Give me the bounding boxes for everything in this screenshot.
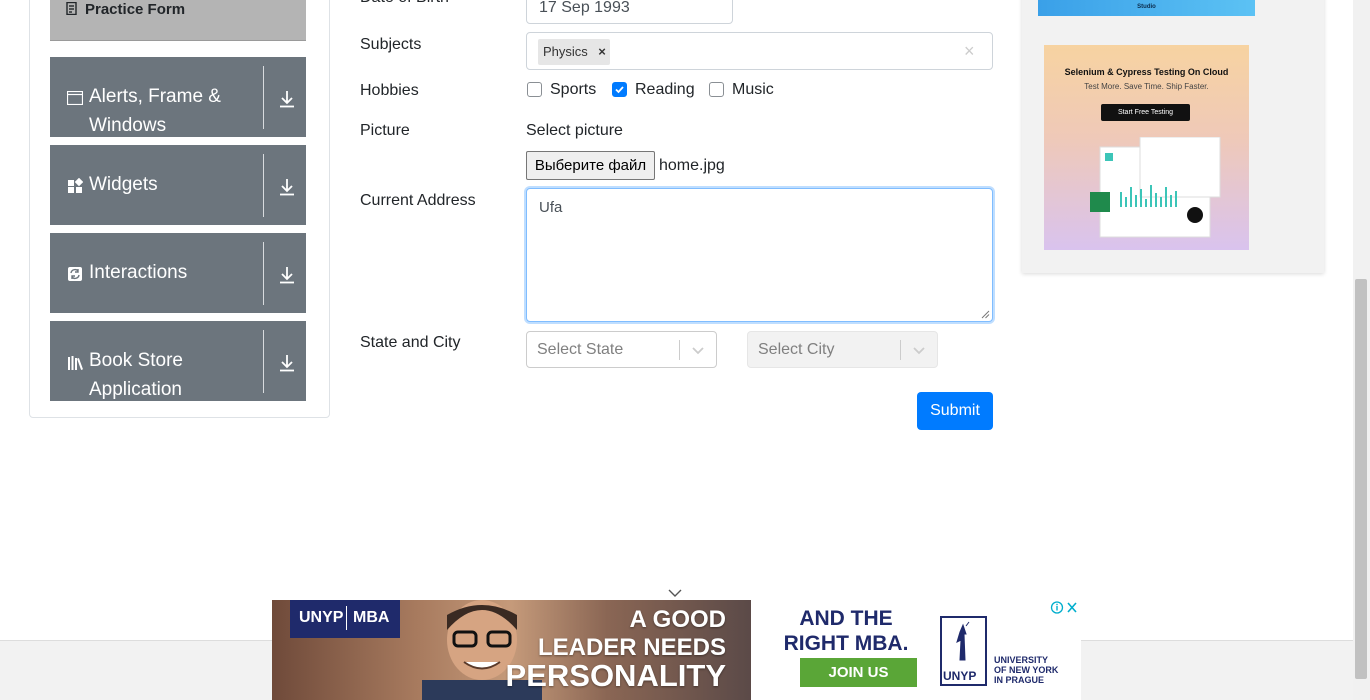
download-arrow-icon[interactable] xyxy=(279,90,295,108)
sidebar-group-alerts[interactable]: Alerts, Frame & Windows xyxy=(50,57,306,137)
ad-and-line: AND THE xyxy=(799,607,893,630)
sidebar-item-practice-form[interactable]: Practice Form xyxy=(50,0,306,41)
ad-subtitle: Test More. Save Time. Ship Faster. xyxy=(1084,82,1209,91)
scrollbar-thumb[interactable] xyxy=(1355,279,1367,679)
chevron-down-icon xyxy=(912,343,926,357)
ad-photo: UNYP MBA A GOOD LEADER NEEDS PERSONALITY xyxy=(272,600,751,700)
dashboard-illustration-icon xyxy=(1090,137,1221,238)
divider xyxy=(263,330,264,393)
download-arrow-icon[interactable] xyxy=(279,354,295,372)
address-label: Current Address xyxy=(360,192,476,209)
divider xyxy=(263,154,264,217)
ad-bottom-banner[interactable]: UNYP MBA A GOOD LEADER NEEDS PERSONALITY… xyxy=(272,600,1081,700)
checkbox-sports[interactable] xyxy=(527,82,542,97)
sidebar-item-label: Practice Form xyxy=(85,1,186,18)
ad-start-button[interactable]: Start Free Testing xyxy=(1101,104,1190,121)
dob-input[interactable]: 17 Sep 1993 xyxy=(526,0,733,24)
divider xyxy=(263,66,264,129)
sidebar-group-label: Book Store xyxy=(89,350,183,371)
ad-slogan-line: PERSONALITY xyxy=(505,658,726,693)
checkbox-music[interactable] xyxy=(709,82,724,97)
ad-banner-strip[interactable]: Studio xyxy=(1038,0,1255,16)
ad-and-text: AND THE RIGHT MBA. xyxy=(771,606,921,656)
select-picture-label: Select picture xyxy=(526,122,623,139)
dob-label: Date of Birth xyxy=(360,0,449,8)
picture-label: Picture xyxy=(360,122,410,139)
divider xyxy=(263,242,264,305)
ad-title: Selenium & Cypress Testing On Cloud xyxy=(1064,67,1229,77)
subjects-label: Subjects xyxy=(360,36,422,53)
divider xyxy=(679,340,680,360)
ad-slogan-line: A GOOD xyxy=(629,606,726,633)
form-icon xyxy=(66,1,77,16)
divider xyxy=(900,340,901,360)
ad-strip-text: Studio xyxy=(1137,4,1156,10)
state-select[interactable]: Select State xyxy=(526,331,717,368)
sidebar-group-label: Alerts, Frame & xyxy=(89,86,221,107)
collapse-chevron-icon[interactable] xyxy=(668,586,682,598)
ad-and-line: RIGHT MBA. xyxy=(783,632,909,655)
university-text: UNIVERSITY OF NEW YORK IN PRAGUE xyxy=(994,655,1058,685)
sidebar-group-label: Application xyxy=(89,379,182,400)
window-icon xyxy=(66,90,84,107)
checkbox-label-music[interactable]: Music xyxy=(732,80,774,100)
resize-handle-icon[interactable] xyxy=(981,310,990,319)
checkbox-label-sports[interactable]: Sports xyxy=(550,80,596,100)
dob-value: 17 Sep 1993 xyxy=(539,0,630,16)
sidebar-group-widgets[interactable]: Widgets xyxy=(50,145,306,225)
current-address-textarea[interactable]: Ufa xyxy=(526,188,993,322)
checkbox-label-reading[interactable]: Reading xyxy=(635,80,695,100)
scrollbar[interactable] xyxy=(1353,0,1370,700)
ad-card[interactable]: Selenium & Cypress Testing On Cloud Test… xyxy=(1044,45,1249,250)
sidebar-group-label: Windows xyxy=(89,115,167,136)
logo-mba: MBA xyxy=(353,609,390,626)
sidebar-group-label: Interactions xyxy=(89,262,188,283)
checkbox-reading[interactable] xyxy=(612,82,627,97)
subject-chip-label: Physics xyxy=(543,44,588,59)
download-arrow-icon[interactable] xyxy=(279,266,295,284)
clear-icon[interactable]: × xyxy=(964,41,975,61)
divider xyxy=(346,606,347,630)
unyp-statue-logo: UNYP xyxy=(940,616,987,686)
ad-bottom-right: AND THE RIGHT MBA. JOIN US UNYP UNIVERSI… xyxy=(751,600,1081,700)
univ-line: OF NEW YORK xyxy=(994,665,1059,675)
interactions-icon xyxy=(67,266,83,282)
sidebar-group-book-store[interactable]: Book Store Application xyxy=(50,321,306,401)
address-value: Ufa xyxy=(539,199,563,216)
ad-info-close-icon[interactable] xyxy=(1049,600,1081,615)
chevron-down-icon xyxy=(691,343,705,357)
unyp-small-text: UNYP xyxy=(943,669,977,683)
check-icon xyxy=(615,86,624,94)
ad-choices[interactable] xyxy=(1049,600,1081,615)
sidebar-group-label: Widgets xyxy=(89,174,158,195)
subject-chip: Physics × xyxy=(538,39,610,65)
logo-unyp: UNYP xyxy=(299,609,344,626)
city-placeholder: Select City xyxy=(758,341,835,358)
choose-file-button[interactable]: Выберите файл xyxy=(526,151,655,180)
hobbies-label: Hobbies xyxy=(360,82,419,99)
statue-icon xyxy=(956,621,970,661)
state-placeholder: Select State xyxy=(537,341,624,358)
state-city-label: State and City xyxy=(360,334,461,351)
download-arrow-icon[interactable] xyxy=(279,178,295,196)
city-select[interactable]: Select City xyxy=(747,331,938,368)
sidebar-group-interactions[interactable]: Interactions xyxy=(50,233,306,313)
book-icon xyxy=(67,355,83,371)
unyp-mba-logo: UNYP MBA xyxy=(290,600,400,638)
univ-line: IN PRAGUE xyxy=(994,675,1045,685)
chip-remove-icon[interactable]: × xyxy=(594,42,610,62)
join-us-button[interactable]: JOIN US xyxy=(800,658,917,687)
univ-line: UNIVERSITY xyxy=(994,655,1049,665)
file-name: home.jpg xyxy=(659,157,725,174)
submit-button[interactable]: Submit xyxy=(917,392,993,430)
widgets-icon xyxy=(67,177,84,194)
